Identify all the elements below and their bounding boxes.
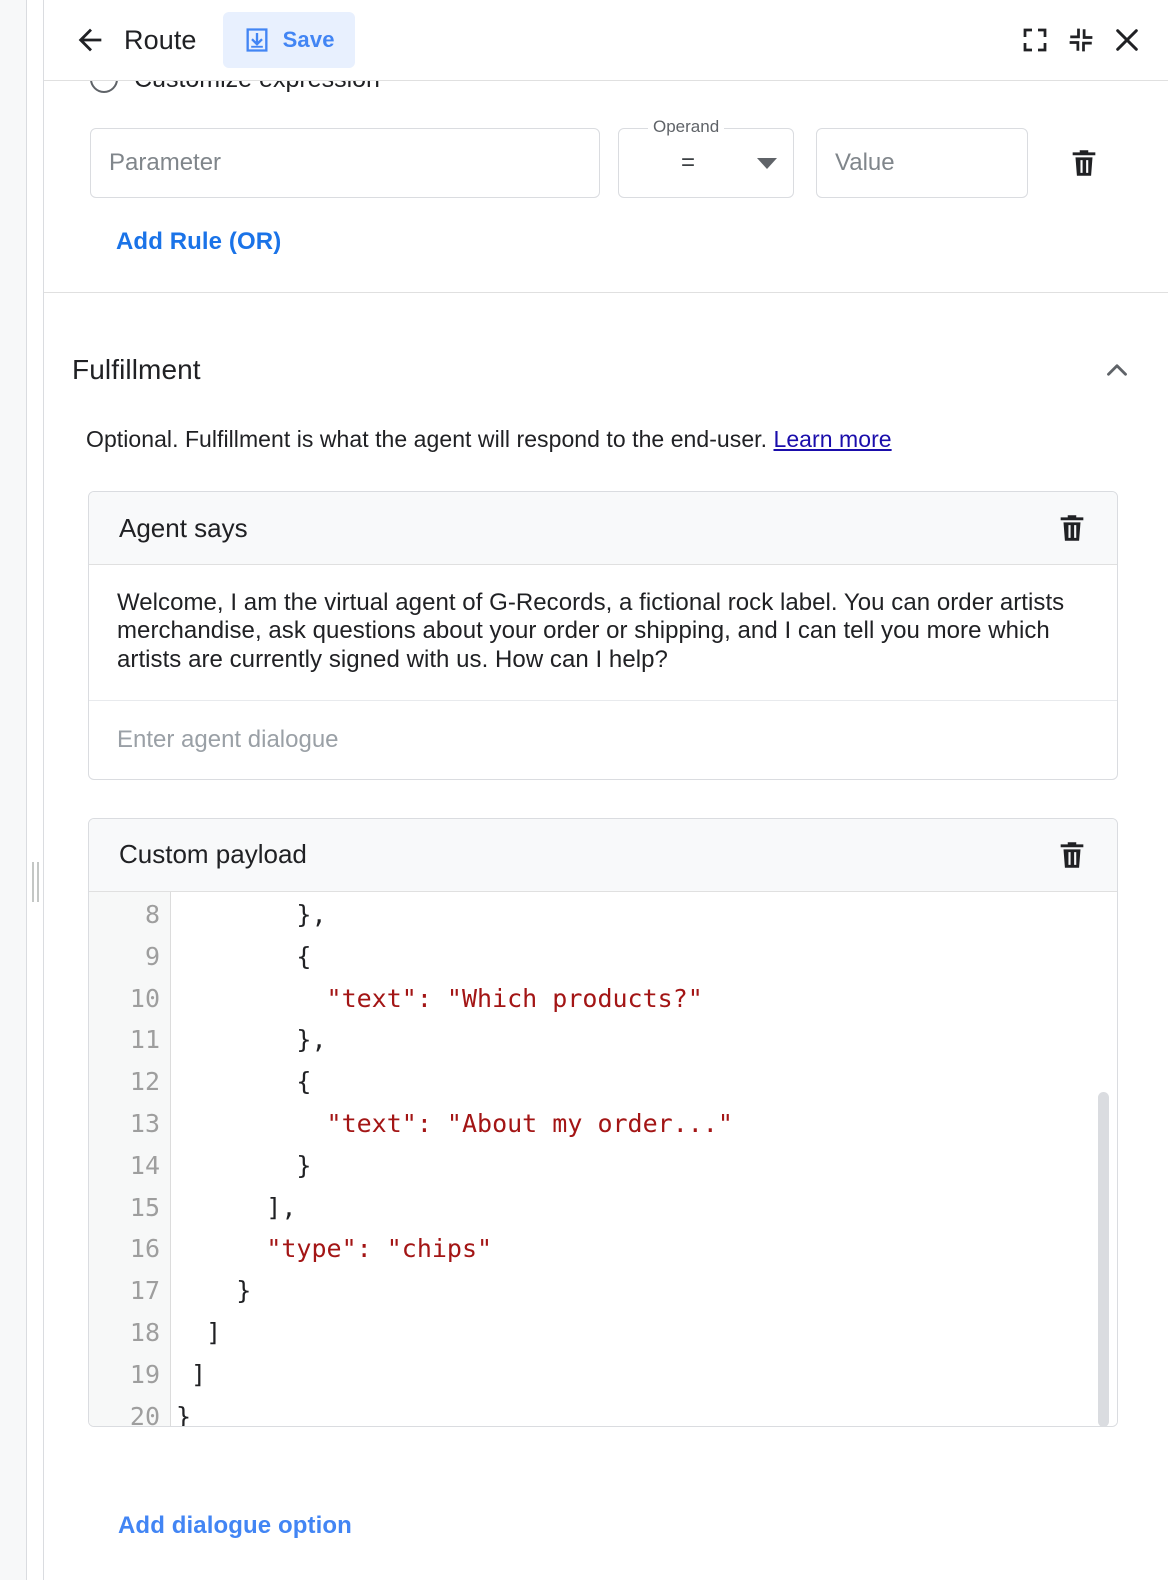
code-line-number: 19 xyxy=(89,1354,170,1396)
back-button[interactable] xyxy=(70,20,110,60)
fulfillment-header[interactable]: Fulfillment xyxy=(44,330,1168,410)
code-line-number: 15 xyxy=(89,1187,170,1229)
agent-dialogue-input[interactable]: Enter agent dialogue xyxy=(89,701,1117,779)
code-line-number: 13 xyxy=(89,1103,170,1145)
agent-says-title: Agent says xyxy=(119,513,248,544)
left-rail-gap xyxy=(27,0,44,1580)
chevron-up-icon[interactable] xyxy=(1100,353,1134,387)
code-line-numbers: 891011121314151617181920 xyxy=(89,892,171,1426)
parameter-input[interactable]: Parameter xyxy=(90,128,600,198)
code-line-number: 9 xyxy=(89,936,170,978)
code-line-number: 16 xyxy=(89,1228,170,1270)
code-token: { xyxy=(176,1067,311,1096)
fulfillment-title: Fulfillment xyxy=(72,354,201,386)
code-token: } xyxy=(176,1276,251,1305)
parameter-placeholder: Parameter xyxy=(109,149,221,177)
delete-custom-payload-button[interactable] xyxy=(1055,838,1089,872)
custom-payload-card: Custom payload 891011121314151617181920 … xyxy=(88,818,1118,1427)
expand-button[interactable] xyxy=(1012,17,1058,63)
trash-icon xyxy=(1067,146,1101,180)
code-token: ], xyxy=(176,1193,296,1222)
code-line: "text": "About my order..." xyxy=(172,1103,1117,1145)
code-line: ] xyxy=(172,1354,1117,1396)
code-line: ] xyxy=(172,1312,1117,1354)
panel-resize-handle[interactable] xyxy=(29,862,41,902)
condition-rule-block: Customize expression Parameter = Operand… xyxy=(44,56,1168,293)
trash-icon xyxy=(1055,838,1089,872)
code-token: "text": "About my order..." xyxy=(327,1109,733,1138)
add-dialogue-option-button[interactable]: Add dialogue option xyxy=(118,1512,352,1540)
add-rule-or-button[interactable]: Add Rule (OR) xyxy=(116,228,281,256)
code-line: "type": "chips" xyxy=(172,1228,1117,1270)
custom-payload-title: Custom payload xyxy=(119,839,307,870)
code-vertical-scrollbar[interactable] xyxy=(1098,1092,1109,1426)
code-line: { xyxy=(172,1061,1117,1103)
save-button-label: Save xyxy=(283,27,335,53)
chevron-down-icon xyxy=(757,158,777,169)
code-line: } xyxy=(172,1270,1117,1312)
fullscreen-collapse-icon xyxy=(1066,25,1096,55)
code-token: }, xyxy=(176,1025,327,1054)
code-line-number: 20 xyxy=(89,1396,170,1426)
fulfillment-description: Optional. Fulfillment is what the agent … xyxy=(44,410,1168,453)
fulfillment-description-text: Optional. Fulfillment is what the agent … xyxy=(86,426,767,452)
code-line: }, xyxy=(172,894,1117,936)
code-line-number: 10 xyxy=(89,978,170,1020)
value-input[interactable]: Value xyxy=(816,128,1028,198)
code-line-number: 8 xyxy=(89,894,170,936)
code-token: }, xyxy=(176,900,327,929)
fulfillment-section: Fulfillment Optional. Fulfillment is wha… xyxy=(44,330,1168,1427)
code-token xyxy=(176,1109,327,1138)
code-line: "text": "Which products?" xyxy=(172,978,1117,1020)
code-token xyxy=(176,984,327,1013)
operand-select-box[interactable]: = xyxy=(618,128,794,198)
value-placeholder: Value xyxy=(835,149,895,177)
code-token: } xyxy=(176,1151,311,1180)
code-token: "type": "chips" xyxy=(266,1234,492,1263)
code-line: }, xyxy=(172,1019,1117,1061)
delete-rule-button[interactable] xyxy=(1060,139,1108,187)
code-line-number: 17 xyxy=(89,1270,170,1312)
learn-more-link[interactable]: Learn more xyxy=(774,426,892,452)
code-token xyxy=(176,1234,266,1263)
code-line-number: 14 xyxy=(89,1145,170,1187)
code-line-number: 12 xyxy=(89,1061,170,1103)
code-token: ] xyxy=(176,1318,221,1347)
fullscreen-expand-icon xyxy=(1020,25,1050,55)
rule-row: Parameter = Operand Value xyxy=(44,128,1168,198)
code-line-number: 11 xyxy=(89,1019,170,1061)
save-download-icon xyxy=(243,26,271,54)
code-line: ], xyxy=(172,1187,1117,1229)
left-rail-background xyxy=(0,0,27,1580)
code-line: } xyxy=(172,1396,1117,1426)
code-line: { xyxy=(172,936,1117,978)
route-panel: Customize expression Parameter = Operand… xyxy=(44,0,1168,1580)
agent-says-card: Agent says Welcome, I am the virtual age… xyxy=(88,491,1118,780)
trash-icon xyxy=(1055,511,1089,545)
custom-payload-code-editor[interactable]: 891011121314151617181920 }, { "text": "W… xyxy=(89,892,1117,1426)
agent-says-card-header: Agent says xyxy=(89,492,1117,565)
code-content[interactable]: }, { "text": "Which products?" }, { "tex… xyxy=(172,892,1117,1426)
code-token: } xyxy=(176,1402,191,1426)
code-token: { xyxy=(176,942,311,971)
arrow-left-icon xyxy=(73,23,107,57)
close-icon xyxy=(1111,24,1143,56)
code-token: "text": "Which products?" xyxy=(327,984,703,1013)
code-line-number: 18 xyxy=(89,1312,170,1354)
collapse-button[interactable] xyxy=(1058,17,1104,63)
panel-header: Route Save xyxy=(44,0,1168,81)
operand-select[interactable]: = Operand xyxy=(618,128,794,198)
save-button[interactable]: Save xyxy=(223,12,355,68)
operand-label: Operand xyxy=(648,117,724,137)
custom-payload-card-header: Custom payload xyxy=(89,819,1117,892)
agent-says-message: Welcome, I am the virtual agent of G-Rec… xyxy=(89,565,1117,701)
page-title: Route xyxy=(124,25,197,56)
code-line: } xyxy=(172,1145,1117,1187)
agent-dialogue-placeholder: Enter agent dialogue xyxy=(117,726,339,754)
operand-value: = xyxy=(619,149,695,177)
delete-agent-says-button[interactable] xyxy=(1055,511,1089,545)
code-token: ] xyxy=(176,1360,206,1389)
panel-body: Customize expression Parameter = Operand… xyxy=(44,0,1168,1580)
close-button[interactable] xyxy=(1104,17,1150,63)
